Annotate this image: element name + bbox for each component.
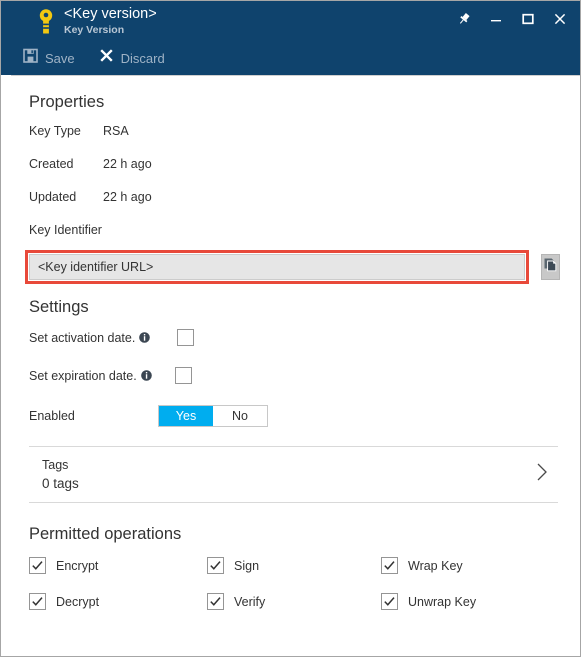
info-icon[interactable] [139, 331, 151, 343]
save-label: Save [45, 50, 75, 66]
property-row-created: Created 22 h ago [29, 157, 558, 171]
setting-row-expiration: Set expiration date. [29, 367, 558, 384]
activation-date-text: Set activation date. [29, 330, 136, 345]
tags-title: Tags [42, 457, 69, 472]
close-icon [553, 12, 567, 31]
enabled-toggle-no[interactable]: No [213, 406, 267, 426]
property-row-key-type: Key Type RSA [29, 124, 558, 138]
property-row-updated: Updated 22 h ago [29, 190, 558, 204]
maximize-button[interactable] [512, 6, 544, 36]
property-value: RSA [103, 124, 129, 138]
operation-label: Sign [234, 558, 260, 573]
pin-icon [457, 12, 471, 31]
discard-button[interactable]: Discard [99, 48, 165, 68]
tags-row[interactable]: Tags 0 tags [29, 446, 558, 503]
operation-checkbox[interactable] [381, 593, 398, 610]
key-identifier-label: Key Identifier [29, 223, 102, 237]
operation-label: Unwrap Key [408, 594, 477, 609]
save-icon [23, 48, 38, 68]
discard-label: Discard [120, 50, 165, 66]
maximize-icon [521, 12, 535, 31]
operation-item-encrypt[interactable]: Encrypt [29, 557, 207, 574]
expiration-date-checkbox[interactable] [174, 367, 192, 384]
operation-checkbox[interactable] [381, 557, 398, 574]
key-icon [31, 7, 61, 37]
operation-item-verify[interactable]: Verify [207, 593, 381, 610]
chevron-right-icon [534, 461, 550, 488]
minimize-button[interactable] [480, 6, 512, 36]
settings-heading: Settings [29, 298, 89, 316]
operation-item-wrap-key[interactable]: Wrap Key [381, 557, 558, 574]
enabled-label: Enabled [29, 409, 75, 423]
operation-label: Encrypt [56, 558, 99, 573]
tags-text-block: Tags 0 tags [42, 457, 79, 493]
operation-checkbox[interactable] [29, 593, 46, 610]
command-toolbar: Save Discard [1, 41, 580, 75]
operation-label: Verify [234, 594, 266, 609]
operation-label: Decrypt [56, 594, 100, 609]
save-button[interactable]: Save [23, 48, 75, 68]
window-controls [448, 1, 576, 41]
operation-item-decrypt[interactable]: Decrypt [29, 593, 207, 610]
info-icon[interactable] [140, 369, 152, 381]
operation-item-unwrap-key[interactable]: Unwrap Key [381, 593, 558, 610]
permitted-operations-grid: Encrypt Sign Wrap Key Decrypt Verify Unw… [29, 557, 558, 610]
property-value: 22 h ago [103, 190, 152, 204]
close-button[interactable] [544, 6, 576, 36]
discard-icon [99, 48, 114, 68]
copy-button[interactable] [541, 254, 560, 280]
activation-date-label: Set activation date. [29, 330, 151, 345]
pin-button[interactable] [448, 6, 480, 36]
expiration-date-text: Set expiration date. [29, 368, 137, 383]
properties-heading: Properties [29, 93, 105, 111]
property-label: Updated [29, 190, 77, 204]
expiration-date-label: Set expiration date. [29, 369, 152, 383]
operation-checkbox[interactable] [207, 593, 224, 610]
key-version-window: <Key version> Key Version Save Discard P… [0, 0, 581, 657]
permitted-operations-heading: Permitted operations [29, 525, 182, 543]
key-identifier-label-row: Key Identifier [29, 223, 558, 237]
minimize-icon [489, 12, 503, 31]
property-label: Created [29, 157, 74, 171]
title-bar: <Key version> Key Version [1, 1, 580, 41]
toolbar-divider [11, 75, 580, 76]
copy-icon [542, 256, 559, 278]
enabled-toggle: Yes No [158, 405, 268, 427]
operation-checkbox[interactable] [29, 557, 46, 574]
property-label: Key Type [29, 124, 81, 138]
activation-date-checkbox[interactable] [177, 329, 195, 346]
property-value: 22 h ago [103, 157, 152, 171]
window-subtitle: Key Version [64, 24, 125, 36]
window-title: <Key version> [64, 6, 157, 22]
title-block: <Key version> Key Version [64, 6, 157, 37]
enabled-toggle-yes[interactable]: Yes [159, 406, 213, 426]
operation-item-sign[interactable]: Sign [207, 557, 381, 574]
key-identifier-input[interactable]: <Key identifier URL> [25, 250, 529, 284]
setting-row-activation: Set activation date. [29, 329, 558, 346]
setting-row-enabled: Enabled Yes No [29, 405, 558, 427]
key-identifier-row: <Key identifier URL> [25, 250, 560, 284]
content-area: Properties Key Type RSA Created 22 h ago… [1, 93, 580, 656]
operation-label: Wrap Key [408, 558, 463, 573]
operation-checkbox[interactable] [207, 557, 224, 574]
tags-count: 0 tags [42, 475, 79, 491]
